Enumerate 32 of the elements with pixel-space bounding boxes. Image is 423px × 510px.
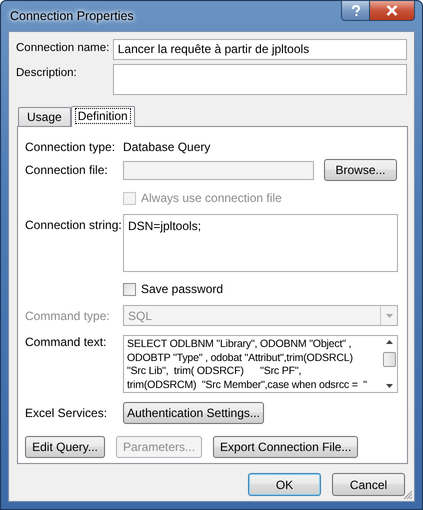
question-mark-icon — [350, 4, 362, 16]
panel-button[interactable]: Edit Query... — [25, 436, 105, 458]
dialog-button[interactable]: OK — [248, 473, 321, 496]
checkbox-label: Save password — [141, 282, 224, 296]
field-label: Connection file: — [25, 163, 109, 177]
tab[interactable]: Definition — [70, 106, 135, 127]
help-button[interactable] — [341, 0, 370, 21]
checkbox[interactable] — [123, 282, 136, 296]
dropdown-arrow-icon — [386, 314, 392, 318]
field-label: Excel Services: — [25, 406, 108, 420]
field-label: Connection string: — [25, 217, 123, 232]
connection-string-field[interactable]: DSN=jpltools; — [123, 214, 398, 272]
authentication-settings-button[interactable]: Authentication Settings... — [123, 402, 264, 424]
close-button[interactable] — [370, 0, 415, 21]
checkbox-label: Always use connection file — [141, 191, 282, 205]
tab[interactable]: Usage — [18, 107, 71, 126]
connection-name-field[interactable]: Lancer la requête à partir de jpltools — [112, 39, 407, 60]
resize-grip-icon[interactable] — [403, 490, 413, 500]
browse-button[interactable]: Browse... — [324, 159, 397, 181]
panel-button[interactable]: Export Connection File... — [213, 436, 358, 458]
dialog-button[interactable]: Cancel — [332, 473, 405, 496]
field-label: Connection type: — [25, 140, 116, 154]
field-label: Command text: — [25, 335, 108, 349]
connection-type-value: Database Query — [123, 140, 210, 154]
field-label: Description: — [16, 66, 78, 79]
command-type-dropdown: SQL — [123, 305, 398, 326]
field-label: Connection name: — [16, 41, 110, 54]
close-icon — [386, 5, 398, 16]
field-label: Command type: — [25, 308, 111, 322]
window-title: Connection Properties — [10, 9, 134, 23]
panel-button: Parameters... — [116, 436, 202, 458]
description-field[interactable] — [112, 64, 407, 95]
